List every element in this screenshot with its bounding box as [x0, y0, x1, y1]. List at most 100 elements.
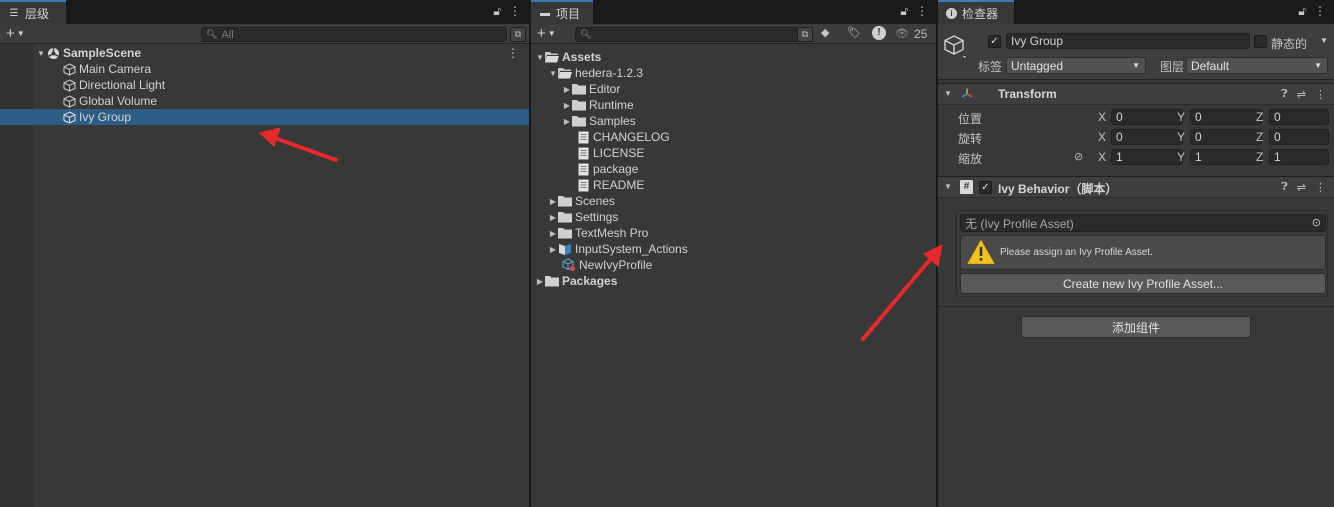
ivy-behavior-component-header[interactable]: ▼ # ✓ Ivy Behavior（脚本） ❓︎ ⇌ ⋮ — [938, 176, 1334, 198]
position-z-field[interactable]: 0 — [1269, 109, 1329, 125]
folder-icon — [558, 194, 572, 208]
expand-arrow-icon[interactable]: ▶ — [535, 277, 545, 286]
create-ivy-profile-button[interactable]: Create new Ivy Profile Asset... — [960, 273, 1326, 294]
kebab-menu-icon[interactable]: ⋮ — [1314, 4, 1326, 19]
fold-arrow-icon[interactable]: ▼ — [944, 89, 952, 98]
expand-arrow-icon[interactable]: ▶ — [562, 85, 572, 94]
lock-icon[interactable]: 🔓︎ — [493, 4, 501, 19]
folder-scenes[interactable]: ▶ Scenes — [531, 193, 936, 209]
filter-by-label-icon[interactable]: 🏷︎ — [847, 26, 861, 39]
folder-textmesh-pro[interactable]: ▶ TextMesh Pro — [531, 225, 936, 241]
expand-arrow-icon[interactable]: ▶ — [548, 229, 558, 238]
static-dropdown-icon[interactable]: ▼ — [1320, 36, 1328, 45]
transform-component-header[interactable]: ▼ Transform ❓︎ ⇌ ⋮ — [938, 83, 1334, 105]
active-checkbox[interactable]: ✓ — [988, 35, 1001, 48]
kebab-menu-icon[interactable]: ⋮ — [1315, 88, 1326, 101]
tree-label: hedera-1.2.3 — [575, 66, 644, 80]
hierarchy-item-main-camera[interactable]: Main Camera — [0, 61, 529, 77]
file-package[interactable]: package — [531, 161, 936, 177]
file-license[interactable]: LICENSE — [531, 145, 936, 161]
info-icon: i — [946, 7, 957, 19]
filter-by-type-icon[interactable]: ◆ — [821, 26, 829, 39]
folder-runtime[interactable]: ▶ Runtime — [531, 97, 936, 113]
asset-inputsystem-actions[interactable]: ▶ InputSystem_Actions — [531, 241, 936, 257]
tree-label: TextMesh Pro — [575, 226, 649, 240]
hierarchy-search-input[interactable]: 🔍︎ All — [201, 27, 507, 42]
layer-dropdown[interactable]: Default ▼ — [1186, 57, 1328, 74]
tab-project[interactable]: ▬ 项目 — [531, 0, 593, 24]
list-item-label: Main Camera — [79, 62, 152, 76]
gameobject-icon[interactable] — [944, 34, 968, 63]
static-label: 静态的 — [1271, 37, 1308, 51]
kebab-menu-icon[interactable]: ⋮ — [509, 4, 521, 19]
eye-icon[interactable]: 👁︎ — [895, 27, 909, 40]
rotation-y-field[interactable]: 0 — [1190, 129, 1262, 145]
search-filter-button[interactable]: ⧉ — [510, 27, 526, 42]
static-checkbox[interactable] — [1254, 35, 1267, 48]
tab-inspector[interactable]: i 检查器 — [938, 0, 1014, 24]
fold-arrow-icon[interactable]: ▼ — [944, 182, 952, 191]
tab-hierarchy[interactable]: ☰ 层级 — [0, 0, 66, 24]
add-component-button[interactable]: 添加组件 — [1021, 316, 1251, 338]
hierarchy-item-ivy-group[interactable]: Ivy Group — [0, 109, 529, 125]
scale-x-field[interactable]: 1 — [1111, 149, 1183, 165]
hierarchy-item-directional-light[interactable]: Directional Light — [0, 77, 529, 93]
text-file-icon — [576, 146, 590, 160]
axis-x-label: X — [1098, 110, 1107, 124]
alert-icon[interactable]: ! — [872, 26, 886, 40]
expand-arrow-icon[interactable]: ▶ — [548, 213, 558, 222]
ivy-profile-object-field[interactable]: 无 (Ivy Profile Asset) ⊙ — [960, 214, 1326, 232]
expand-arrow-icon[interactable]: ▶ — [562, 101, 572, 110]
position-y-field[interactable]: 0 — [1190, 109, 1262, 125]
expand-arrow-icon[interactable]: ▶ — [548, 245, 558, 254]
asset-new-ivy-profile[interactable]: NewIvyProfile — [531, 257, 936, 273]
object-name-input[interactable]: Ivy Group — [1006, 33, 1250, 49]
kebab-menu-icon[interactable]: ⋮ — [916, 4, 928, 19]
hierarchy-item-global-volume[interactable]: Global Volume — [0, 93, 529, 109]
expand-arrow-icon[interactable]: ▼ — [535, 53, 545, 62]
search-icon: 🔍︎ — [206, 29, 218, 39]
help-icon[interactable]: ❓︎ — [1281, 88, 1288, 101]
presets-icon[interactable]: ⇌ — [1297, 88, 1306, 101]
file-changelog[interactable]: CHANGELOG — [531, 129, 936, 145]
object-picker-icon[interactable]: ⊙ — [1312, 216, 1321, 229]
file-readme[interactable]: README — [531, 177, 936, 193]
search-filter-button[interactable]: ⧉ — [797, 27, 813, 42]
gameobject-header: ✓ Ivy Group 静态的 ▼ 标签 Untagged ▼ 图层 Defau… — [938, 24, 1334, 80]
expand-arrow-icon[interactable]: ▶ — [562, 117, 572, 126]
inspector-tabbar: i 检查器 🔓︎ ⋮ — [938, 0, 1334, 24]
expand-arrow-icon[interactable]: ▼ — [36, 49, 46, 58]
rotation-x-field[interactable]: 0 — [1111, 129, 1183, 145]
folder-open-icon — [558, 66, 572, 80]
scene-row[interactable]: ▼ SampleScene ⋮ — [0, 45, 529, 61]
folder-icon — [572, 98, 586, 112]
folder-samples[interactable]: ▶ Samples — [531, 113, 936, 129]
folder-icon — [558, 226, 572, 240]
scale-z-field[interactable]: 1 — [1269, 149, 1329, 165]
component-enabled-checkbox[interactable]: ✓ — [979, 181, 992, 194]
expand-arrow-icon[interactable]: ▼ — [548, 69, 558, 78]
hierarchy-tab-controls: 🔓︎ ⋮ — [493, 4, 521, 19]
scene-menu-icon[interactable]: ⋮ — [507, 46, 519, 60]
lock-icon[interactable]: 🔓︎ — [900, 4, 908, 19]
folder-settings[interactable]: ▶ Settings — [531, 209, 936, 225]
position-x-field[interactable]: 0 — [1111, 109, 1183, 125]
folder-packages[interactable]: ▶ Packages — [531, 273, 936, 289]
tree-label: README — [593, 178, 645, 192]
tab-inspector-label: 检查器 — [962, 6, 999, 21]
tag-dropdown[interactable]: Untagged ▼ — [1006, 57, 1146, 74]
project-search-input[interactable]: 🔍︎ — [575, 27, 801, 42]
folder-editor[interactable]: ▶ Editor — [531, 81, 936, 97]
constrain-proportions-icon[interactable]: ⊘ — [1074, 150, 1083, 163]
create-button[interactable]: + ▼ — [6, 25, 25, 43]
kebab-menu-icon[interactable]: ⋮ — [1315, 181, 1326, 194]
expand-arrow-icon[interactable]: ▶ — [548, 197, 558, 206]
help-icon[interactable]: ❓︎ — [1281, 181, 1288, 194]
folder-assets[interactable]: ▼ Assets — [531, 49, 936, 65]
folder-hedera[interactable]: ▼ hedera-1.2.3 — [531, 65, 936, 81]
create-asset-button[interactable]: + ▼ — [537, 25, 556, 43]
rotation-z-field[interactable]: 0 — [1269, 129, 1329, 145]
presets-icon[interactable]: ⇌ — [1297, 181, 1306, 194]
scale-y-field[interactable]: 1 — [1190, 149, 1262, 165]
lock-icon[interactable]: 🔓︎ — [1298, 4, 1306, 19]
